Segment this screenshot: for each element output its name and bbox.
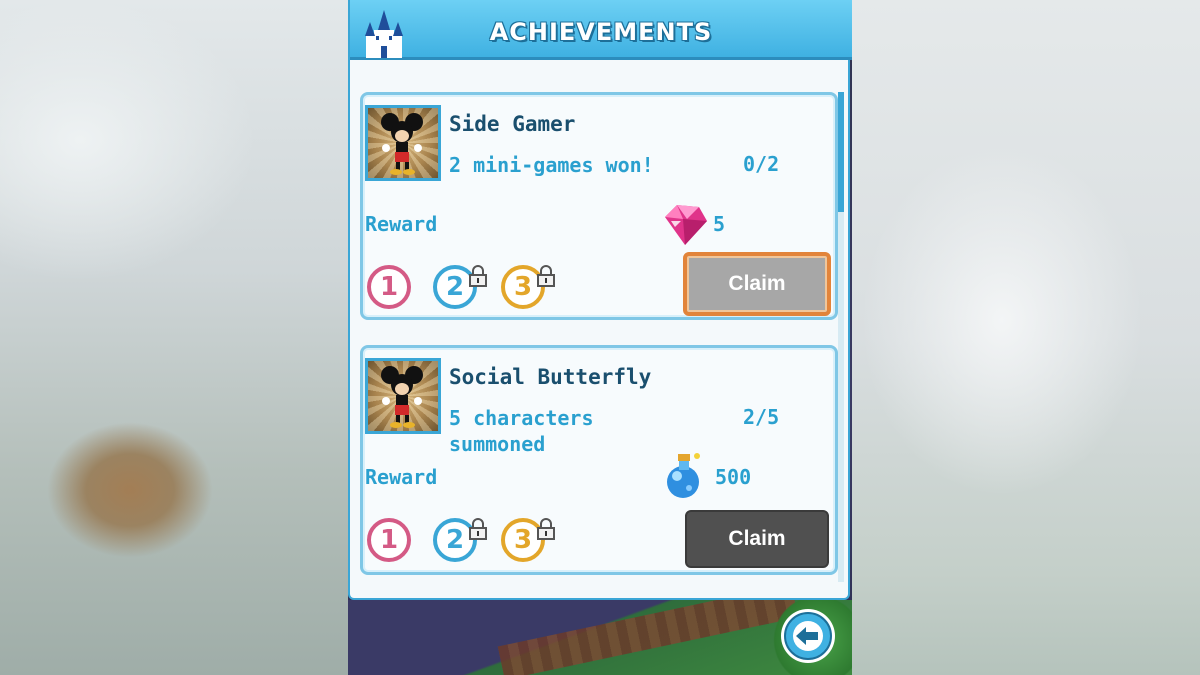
blurred-background-right bbox=[852, 0, 1200, 675]
tier-1-badge: 1 bbox=[367, 265, 411, 309]
achievement-progress: 0/2 bbox=[743, 152, 780, 176]
achievement-name: Social Butterfly bbox=[449, 365, 652, 389]
achievement-description: 2 mini-games won! bbox=[449, 153, 654, 177]
mickey-mouse-icon bbox=[381, 366, 423, 428]
lock-icon bbox=[469, 518, 487, 540]
tier-1-badge: 1 bbox=[367, 518, 411, 562]
reward-label: Reward bbox=[365, 465, 438, 489]
achievement-card-side-gamer: Side Gamer 2 mini-games won! 0/2 Reward … bbox=[360, 92, 838, 320]
reward-amount: 500 bbox=[715, 465, 752, 489]
gem-icon bbox=[665, 205, 707, 245]
character-portrait bbox=[365, 105, 441, 181]
blurred-background-left bbox=[0, 0, 348, 675]
claim-button[interactable]: Claim bbox=[685, 510, 829, 568]
title-bar: ACHIEVEMENTS bbox=[350, 0, 852, 60]
claim-button[interactable]: Claim bbox=[683, 252, 831, 316]
lock-icon bbox=[469, 265, 487, 287]
reward-amount: 5 bbox=[713, 212, 726, 236]
magic-potion-icon bbox=[667, 453, 700, 498]
achievement-description: 5 characters summoned bbox=[449, 406, 594, 456]
back-arrow-icon[interactable] bbox=[780, 608, 836, 664]
reward-label: Reward bbox=[365, 212, 438, 236]
achievement-card-social-butterfly: Social Butterfly 5 characters summoned 2… bbox=[360, 345, 838, 575]
lock-icon bbox=[537, 265, 555, 287]
mickey-mouse-icon bbox=[381, 113, 423, 175]
achievement-name: Side Gamer bbox=[449, 112, 576, 136]
game-screen: ACHIEVEMENTS Side Gamer 2 mini-games won… bbox=[348, 0, 852, 675]
scrollbar-thumb[interactable] bbox=[838, 92, 844, 212]
achievement-progress: 2/5 bbox=[743, 405, 780, 429]
character-portrait bbox=[365, 358, 441, 434]
lock-icon bbox=[537, 518, 555, 540]
page-title: ACHIEVEMENTS bbox=[489, 18, 713, 46]
achievements-panel: ACHIEVEMENTS Side Gamer 2 mini-games won… bbox=[348, 0, 852, 600]
